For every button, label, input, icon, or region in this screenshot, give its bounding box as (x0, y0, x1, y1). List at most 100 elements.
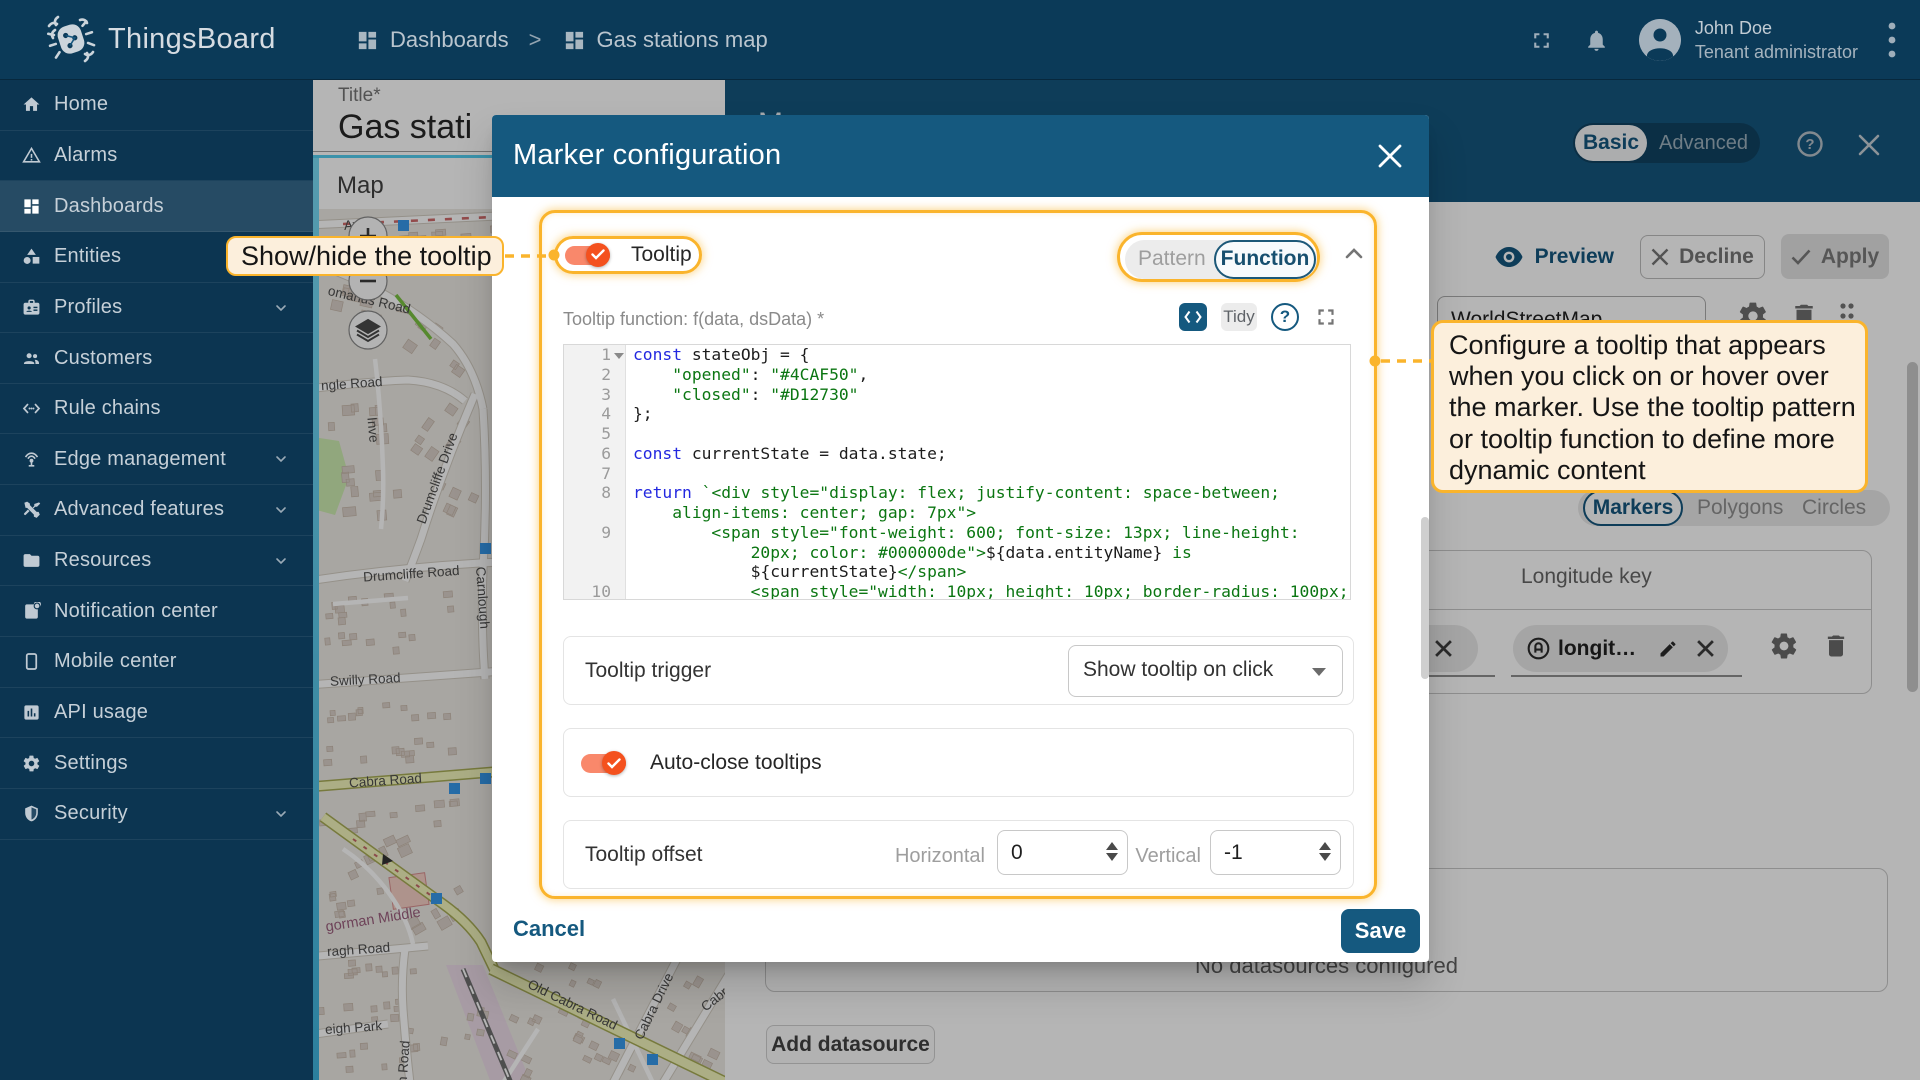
advanced-features-icon (23, 502, 41, 519)
sidebar-item-home[interactable]: Home (0, 80, 313, 131)
code-editor-icon[interactable] (1179, 303, 1207, 331)
notification-center-icon (25, 601, 41, 619)
check-icon (591, 249, 605, 260)
sidebar-item-mobile-center[interactable]: Mobile center (0, 637, 313, 688)
breadcrumb-dashboards[interactable]: Dashboards (355, 27, 509, 53)
tooltip-toggle-highlight: Tooltip (554, 236, 702, 274)
sidebar: Home Alarms Dashboards Entities Profiles… (0, 80, 313, 1080)
collapse-chevron-icon[interactable] (1345, 247, 1363, 259)
sidebar-item-alarms[interactable]: Alarms (0, 131, 313, 182)
profiles-icon (23, 299, 40, 315)
screen: ThingsBoard Dashboards > Gas stations ma… (0, 0, 1920, 1080)
code-line: 1 const stateObj = { (601, 345, 810, 364)
resources-icon (23, 554, 40, 567)
marker-configuration-dialog: Marker configuration Tooltip Pattern Fun… (492, 115, 1429, 962)
notifications-bell-icon[interactable] (1584, 28, 1609, 53)
dialog-title: Marker configuration (513, 139, 782, 171)
mobile-center-icon (25, 653, 38, 671)
pattern-function-toggle: Pattern Function (1125, 239, 1317, 279)
check-icon (607, 757, 621, 769)
user-role: Tenant administrator (1694, 41, 1858, 62)
tooltip-toggle[interactable] (565, 242, 610, 267)
function-option[interactable]: Function (1214, 239, 1316, 279)
code-line: 10 <span style="width: 10px; height: 10p… (591, 582, 1349, 600)
top-toolbar: ThingsBoard Dashboards > Gas stations ma… (0, 0, 1920, 80)
expand-chevron-icon (276, 456, 286, 463)
dashboards-icon (358, 31, 377, 49)
user-name: John Doe (1694, 17, 1772, 38)
sidebar-item-customers[interactable]: Customers (0, 333, 313, 384)
tooltip-function-label: Tooltip function: f(data, dsData) * (563, 309, 825, 329)
security-icon (25, 805, 38, 822)
dialog-header: Marker configuration (492, 115, 1429, 197)
api-usage-icon (24, 705, 39, 720)
code-line: 9 <span style="font-weight: 600; font-si… (601, 522, 1300, 542)
autoclose-toggle[interactable] (581, 751, 626, 775)
tooltip-trigger-row: Tooltip trigger Show tooltip on click (563, 636, 1354, 705)
entities-icon (23, 248, 40, 265)
sidebar-item-dashboards[interactable]: Dashboards (0, 181, 313, 232)
tooltip-toggle-label: Tooltip (631, 243, 692, 266)
settings-icon (23, 755, 40, 772)
user-menu[interactable]: John Doe Tenant administrator (1638, 17, 1858, 63)
sidebar-item-advanced-features[interactable]: Advanced features (0, 485, 313, 536)
sidebar-item-resources[interactable]: Resources (0, 536, 313, 587)
pattern-function-highlight: Pattern Function (1117, 232, 1320, 282)
vertical-offset-input[interactable]: -1 (1210, 830, 1341, 875)
dashboards-icon (24, 198, 39, 214)
expand-chevron-icon (276, 507, 286, 514)
tooltip-trigger-select[interactable]: Show tooltip on click (1068, 645, 1343, 697)
code-line: 20px; color: #000000de">${data.entityNam… (633, 542, 1192, 562)
code-line: 6 const currentState = data.state; (601, 443, 947, 463)
rule-chains-icon (22, 403, 41, 414)
tooltip-callout-left: Show/hide the tooltip (226, 236, 504, 276)
sidebar-item-security[interactable]: Security (0, 789, 313, 840)
tooltip-callout-right: Configure a tooltip that appears when yo… (1431, 320, 1868, 493)
code-brackets-icon (1184, 310, 1202, 324)
tooltip-trigger-label: Tooltip trigger (585, 659, 712, 682)
cancel-button[interactable]: Cancel (513, 916, 585, 942)
expand-chevron-icon (276, 304, 286, 311)
autoclose-label: Auto-close tooltips (650, 751, 822, 774)
home-icon (23, 97, 40, 112)
code-line: 5 (601, 424, 611, 444)
sidebar-item-settings[interactable]: Settings (0, 738, 313, 789)
thingsboard-logo[interactable]: ThingsBoard (42, 10, 276, 68)
tooltip-offset-row: Tooltip offset Horizontal 0 Vertical -1 (563, 820, 1354, 889)
code-line: 2 "opened": "#4CAF50", (601, 364, 869, 384)
code-line: ${currentState}</span> (750, 562, 967, 582)
editor-help-icon[interactable]: ? (1271, 303, 1299, 331)
avatar (1638, 19, 1681, 61)
sidebar-item-profiles[interactable]: Profiles (0, 283, 313, 334)
expand-chevron-icon (276, 557, 286, 564)
sidebar-item-api-usage[interactable]: API usage (0, 688, 313, 739)
sidebar-item-edge-management[interactable]: Edge management (0, 434, 313, 486)
kebab-menu-icon[interactable] (1888, 21, 1896, 59)
expand-chevron-icon (276, 811, 286, 818)
customers-icon (23, 352, 40, 364)
code-line: align-items: center; gap: 7px"> (633, 503, 977, 523)
dashboard-icon (565, 31, 583, 49)
save-button[interactable]: Save (1341, 909, 1420, 953)
app-name: ThingsBoard (108, 22, 276, 55)
code-line: 7 (601, 463, 611, 483)
vertical-label: Vertical (1135, 845, 1201, 867)
dialog-scrollbar[interactable] (1421, 517, 1429, 679)
dropdown-caret-icon (1312, 668, 1326, 676)
fullscreen-icon[interactable] (1529, 28, 1554, 53)
editor-fullscreen-icon[interactable] (1313, 304, 1339, 330)
tooltip-function-editor[interactable]: 1 const stateObj = {2 "opened": "#4CAF50"… (563, 344, 1351, 600)
breadcrumb-current[interactable]: Gas stations map (562, 27, 768, 53)
code-line: 3 "closed": "#D12730" (601, 384, 859, 404)
autoclose-row: Auto-close tooltips (563, 728, 1354, 797)
sidebar-item-notification-center[interactable]: Notification center (0, 586, 313, 638)
horizontal-label: Horizontal (894, 845, 985, 867)
dialog-close-icon[interactable] (1377, 143, 1403, 169)
pattern-option[interactable]: Pattern (1138, 240, 1206, 279)
vertical-stepper[interactable] (1319, 842, 1331, 861)
breadcrumb-separator: > (528, 27, 542, 52)
warning-icon (22, 146, 41, 163)
tidy-button[interactable]: Tidy (1221, 303, 1257, 331)
code-line: 8 return `<div style="display: flex; just… (601, 483, 1280, 503)
sidebar-item-rule-chains[interactable]: Rule chains (0, 384, 313, 435)
